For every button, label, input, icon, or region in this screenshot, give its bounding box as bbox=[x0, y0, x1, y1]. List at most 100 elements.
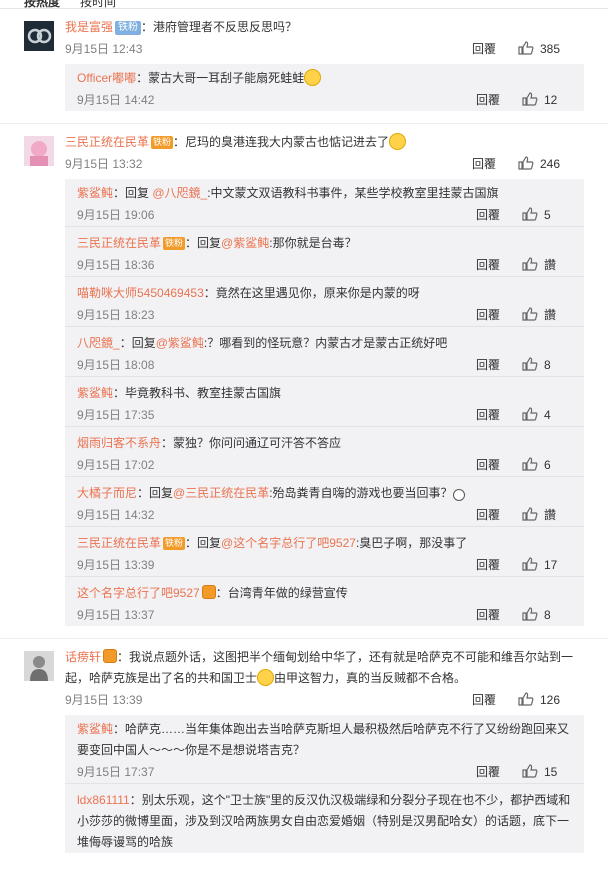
reply-text: ：竟然在这里遇见你，原来你是内蒙的呀 bbox=[203, 286, 420, 300]
reply-user-link[interactable]: 八咫鏡_ bbox=[77, 336, 120, 350]
like-thumb-icon[interactable] bbox=[518, 40, 534, 55]
comment-item: 我是富强 铁粉 ：港府管理者不反思反思吗？ 9月15日 12:43 回覆 385 Of… bbox=[0, 9, 608, 124]
like-thumb-icon[interactable] bbox=[522, 356, 538, 371]
like-thumb-icon[interactable] bbox=[522, 91, 538, 106]
reply-button[interactable]: 回覆 bbox=[472, 38, 508, 60]
like-thumb-icon[interactable] bbox=[522, 456, 538, 471]
comment-user-link[interactable]: 三民正统在民革 bbox=[65, 135, 149, 149]
like-thumb-icon[interactable] bbox=[522, 306, 538, 321]
like-thumb-icon[interactable] bbox=[518, 691, 534, 706]
reply-button[interactable]: 回覆 bbox=[476, 204, 512, 226]
reply-text: :？哪看到的怪玩意？内蒙古才是蒙古正统好吧 bbox=[203, 336, 448, 350]
reply-time: 9月15日 18:23 bbox=[77, 308, 155, 322]
reply-time: 9月15日 18:08 bbox=[77, 358, 155, 372]
fan-badge: 铁粉 bbox=[115, 21, 142, 35]
reply-text: :臭巴子啊，那没事了 bbox=[355, 536, 468, 550]
like-count: 246 bbox=[539, 157, 560, 171]
like-count: 讚 bbox=[544, 258, 557, 272]
reply-button[interactable]: 回覆 bbox=[476, 604, 512, 626]
reply-list: 紫鲨鲀：哈萨克……当年集体跑出去当哈萨克斯坦人最积极然后哈萨克不行了又纷纷跑回来… bbox=[65, 715, 584, 853]
comment-user-link[interactable]: 话痨轩 bbox=[65, 650, 101, 664]
reply-prefix: ：回复 bbox=[113, 186, 153, 200]
reply-user-link[interactable]: 三民正统在民革 bbox=[77, 536, 161, 550]
like-thumb-icon[interactable] bbox=[518, 155, 534, 170]
reply-item: 八咫鏡_：回复@紫鲨鲀:？哪看到的怪玩意？内蒙古才是蒙古正统好吧 9月15日 1… bbox=[65, 327, 584, 377]
reply-user-link[interactable]: 紫鲨鲀 bbox=[77, 386, 113, 400]
vip-badge: 铁粉 bbox=[163, 537, 186, 550]
reply-button[interactable]: 回覆 bbox=[476, 504, 512, 526]
reply-item: Officer嘟嘟：蒙古大哥一耳刮子能扇死蛙蛙 9月15日 14:42 回覆 12 bbox=[65, 64, 584, 111]
reply-time: 9月15日 17:02 bbox=[77, 458, 155, 472]
like-count: 6 bbox=[544, 458, 551, 472]
reply-button[interactable]: 回覆 bbox=[472, 689, 508, 711]
vip-crown-icon bbox=[201, 585, 216, 599]
reply-text: :那你就是台毒？ bbox=[269, 236, 357, 250]
like-thumb-icon[interactable] bbox=[522, 206, 538, 221]
reply-item: 紫鲨鲀：毕竟教科书、教室挂蒙古国旗 9月15日 17:35 回覆 4 bbox=[65, 377, 584, 427]
like-count: 17 bbox=[544, 558, 558, 572]
reply-time: 9月15日 17:35 bbox=[77, 408, 155, 422]
reply-time: 9月15日 13:39 bbox=[77, 558, 155, 572]
like-thumb-icon[interactable] bbox=[522, 556, 538, 571]
like-count: 8 bbox=[544, 358, 551, 372]
comment-text-line-3: 由甲这智力，真的当反贼都不合格。 bbox=[274, 671, 467, 685]
avatar[interactable] bbox=[24, 651, 54, 681]
smirk-emoji-icon bbox=[389, 133, 407, 150]
reply-text-line-1: ：别太乐观，这个"卫士族"里的反汉仇汉极端绿和分裂分子现在也不少，都护西域和 bbox=[129, 793, 571, 807]
like-count: 讚 bbox=[544, 508, 557, 522]
comment-text: ：尼玛的臭港连我大内蒙古也惦记进去了 bbox=[173, 135, 390, 149]
like-thumb-icon[interactable] bbox=[522, 606, 538, 621]
reply-time: 9月15日 14:32 bbox=[77, 508, 155, 522]
avatar[interactable] bbox=[24, 136, 54, 166]
like-thumb-icon[interactable] bbox=[522, 763, 538, 778]
reply-user-link[interactable]: 大橘子而尼 bbox=[77, 486, 137, 500]
reply-item: 这个名字总行了吧9527 ：台湾青年做的绿营宣传 9月15日 13:37 回覆 8 bbox=[65, 577, 584, 626]
reply-text-line-2: 小莎莎的微博里面，涉及到汉哈两族男女自由恋爱婚姻（特别是汉男配哈女）的话题，底下… bbox=[77, 814, 570, 828]
reply-button[interactable]: 回覆 bbox=[476, 761, 512, 783]
reply-user-link[interactable]: 紫鲨鲀 bbox=[77, 186, 113, 200]
reply-button[interactable]: 回覆 bbox=[476, 304, 512, 326]
like-thumb-icon[interactable] bbox=[522, 506, 538, 521]
comment-text: ：港府管理者不反思反思吗？ bbox=[141, 20, 298, 34]
avatar[interactable] bbox=[24, 21, 54, 51]
reply-button[interactable]: 回覆 bbox=[476, 554, 512, 576]
frog-emoji-icon bbox=[304, 69, 322, 86]
reply-user-link[interactable]: 喵勒咪大师5450469453 bbox=[77, 286, 204, 300]
reply-user-link[interactable]: 这个名字总行了吧9527 bbox=[77, 586, 200, 600]
like-thumb-icon[interactable] bbox=[522, 406, 538, 421]
mention-link[interactable]: @这个名字总行了吧9527 bbox=[221, 536, 356, 550]
reply-prefix: ：回复 bbox=[185, 236, 222, 250]
reply-button[interactable]: 回覆 bbox=[476, 404, 512, 426]
comment-user-link[interactable]: 我是富强 bbox=[65, 20, 113, 34]
reply-user-link[interactable]: 三民正统在民革 bbox=[77, 236, 161, 250]
vip-crown-icon bbox=[103, 649, 118, 663]
sort-tabs: 按热度 按时间 bbox=[0, 0, 608, 9]
reply-button[interactable]: 回覆 bbox=[476, 354, 512, 376]
reply-text: :中文蒙文双语教科书事件，某些学校教室里挂蒙古国旗 bbox=[207, 186, 499, 200]
reply-user-link[interactable]: ldx861111 bbox=[77, 793, 130, 807]
reply-text-line-3: 堆侮辱谩骂的哈族 bbox=[77, 835, 174, 849]
reply-prefix: ：回复 bbox=[185, 536, 222, 550]
reply-item: 喵勒咪大师5450469453：竟然在这里遇见你，原来你是内蒙的呀 9月15日 … bbox=[65, 277, 584, 327]
mention-link[interactable]: @紫鲨鲀 bbox=[221, 236, 269, 250]
mention-link[interactable]: @紫鲨鲀 bbox=[156, 336, 204, 350]
reply-button[interactable]: 回覆 bbox=[472, 153, 508, 175]
reply-item: 三民正统在民革 铁粉 ：回复@这个名字总行了吧9527:臭巴子啊，那没事了 9月15… bbox=[65, 527, 584, 577]
reply-item: 紫鲨鲀：回复 @八咫鏡_:中文蒙文双语教科书事件，某些学校教室里挂蒙古国旗 9月… bbox=[65, 179, 584, 227]
reply-user-link[interactable]: 烟雨归客不系舟 bbox=[77, 436, 161, 450]
reply-button[interactable]: 回覆 bbox=[476, 454, 512, 476]
reply-button[interactable]: 回覆 bbox=[476, 254, 512, 276]
comment-time: 9月15日 13:32 bbox=[65, 157, 143, 171]
reply-button[interactable]: 回覆 bbox=[476, 89, 512, 111]
reply-user-link[interactable]: 紫鲨鲀 bbox=[77, 722, 113, 736]
comment-item: 话痨轩 ：我说点题外话，这图把半个缅甸划给中华了，还有就是哈萨克不可能和维吾尔站到… bbox=[0, 639, 608, 853]
mention-link[interactable]: @八咫鏡_ bbox=[152, 186, 207, 200]
avatar-image-icon bbox=[24, 651, 54, 681]
reply-user-link[interactable]: Officer嘟嘟 bbox=[77, 71, 136, 85]
like-thumb-icon[interactable] bbox=[522, 256, 538, 271]
vip-badge: 铁粉 bbox=[151, 136, 174, 149]
reply-item: 紫鲨鲀：哈萨克……当年集体跑出去当哈萨克斯坦人最积极然后哈萨克不行了又纷纷跑回来… bbox=[65, 715, 584, 784]
reply-text: ：蒙古大哥一耳刮子能扇死蛙蛙 bbox=[136, 71, 305, 85]
mention-link[interactable]: @三民正统在民革 bbox=[173, 486, 269, 500]
reply-text: ：蒙独？你问问通辽可汗答不答应 bbox=[161, 436, 342, 450]
